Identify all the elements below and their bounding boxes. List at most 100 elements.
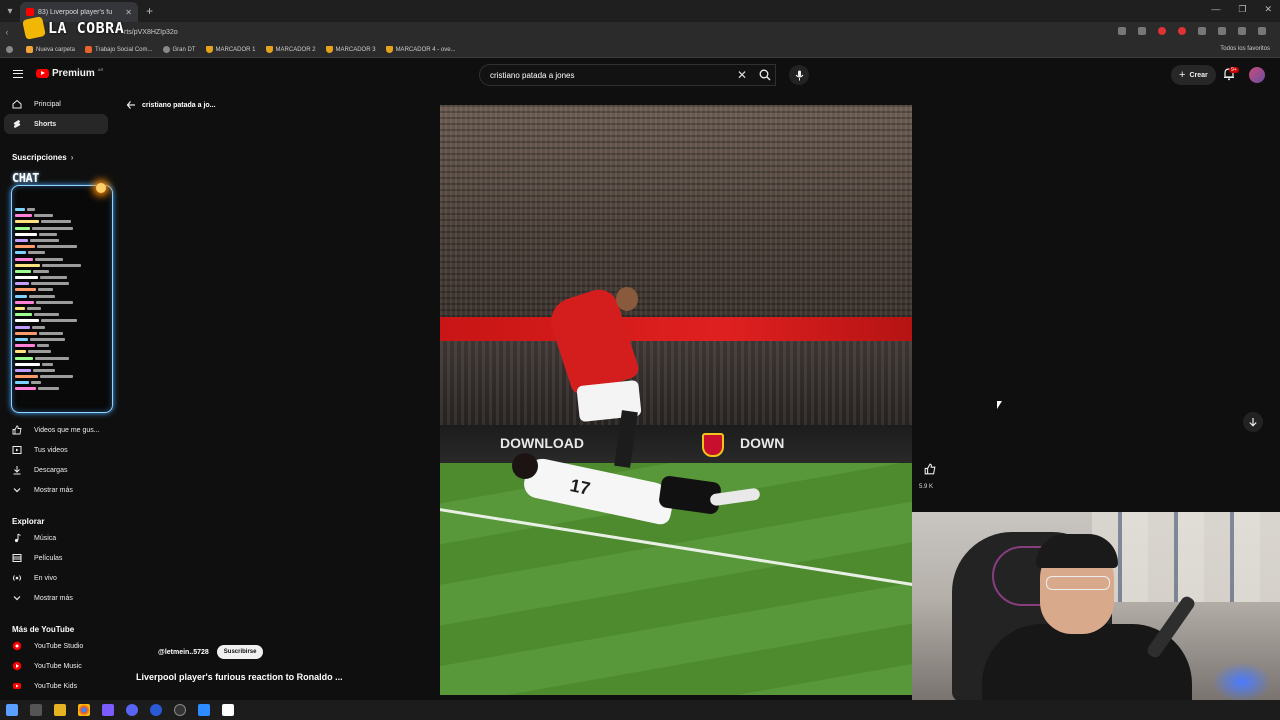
chat-message [15, 319, 111, 323]
new-tab-icon[interactable]: + [146, 4, 153, 18]
app-blue-icon[interactable] [150, 704, 162, 716]
star-icon[interactable] [1138, 27, 1146, 35]
chat-message [15, 257, 111, 262]
chat-message [15, 251, 111, 255]
sidebar-item-movies[interactable]: Películas [4, 548, 108, 568]
next-video-button[interactable] [1243, 412, 1263, 432]
music-icon [12, 533, 22, 543]
sidebar-item-your-videos[interactable]: Tus videos [4, 440, 108, 460]
youtube-logo[interactable]: Premium AR [36, 67, 103, 79]
channel-handle[interactable]: @letmein..5728 [158, 649, 209, 656]
film-icon [12, 553, 22, 563]
more-youtube-label: Más de YouTube [12, 625, 75, 634]
create-label: Crear [1189, 71, 1208, 79]
app-grid-icon[interactable] [102, 704, 114, 716]
more-youtube-heading: Más de YouTube [12, 625, 74, 634]
url-field[interactable]: rts/pVX8HZIp32o [124, 29, 178, 36]
sidebar-item-liked[interactable]: Videos que me gus... [4, 420, 108, 440]
bookmark-item[interactable]: Nueva carpeta [26, 46, 75, 53]
window-controls: — ❐ ✕ [1211, 4, 1272, 15]
sidebar-item-show-more[interactable]: Mostrar más [4, 480, 108, 500]
sidebar-item-principal[interactable]: Principal [4, 94, 108, 114]
discord-icon[interactable] [126, 704, 138, 716]
chat-overlay [11, 185, 113, 413]
chat-message [15, 344, 111, 348]
explore-heading: Explorar [12, 517, 44, 526]
plus-icon: + [1179, 69, 1186, 81]
hamburger-menu-icon[interactable] [13, 70, 23, 78]
tab-title: 83) Liverpool player's fu [38, 8, 113, 16]
minimize-icon[interactable]: — [1211, 4, 1220, 15]
webcam-shelf [1092, 512, 1280, 602]
video-icon [12, 445, 22, 455]
extensions-icon[interactable] [1198, 27, 1206, 35]
webcam-led-light [1212, 662, 1272, 700]
chat-message [15, 220, 111, 224]
extension-orange-icon[interactable] [1178, 27, 1186, 35]
avatar[interactable] [1249, 67, 1265, 83]
start-icon[interactable] [6, 704, 18, 716]
chat-message [15, 276, 111, 280]
sidebar-item-label: YouTube Kids [34, 682, 78, 690]
bookmark-item[interactable]: MARCADOR 1 [205, 46, 256, 53]
logo-text: LA COBRA [48, 19, 125, 37]
menu-icon[interactable] [1258, 27, 1266, 35]
close-tab-icon[interactable]: ✕ [125, 8, 132, 17]
chat-message [15, 381, 111, 385]
sidebar-item-music[interactable]: Música [4, 528, 108, 548]
subscriptions-heading[interactable]: Suscripciones › [12, 153, 73, 162]
extension-red-icon[interactable] [1158, 27, 1166, 35]
bookmark-item[interactable]: Gran DT [162, 46, 196, 53]
address-bar: ‹ rts/pVX8HZIp32o [0, 22, 1280, 42]
obs-icon[interactable] [174, 704, 186, 716]
install-icon[interactable] [1118, 27, 1126, 35]
channel-info: @letmein..5728 Suscribirse [158, 645, 264, 659]
apps-icon[interactable] [6, 46, 16, 53]
chat-message [15, 307, 111, 311]
jersey-number: 17 [568, 475, 592, 499]
app-light-blue-icon[interactable] [198, 704, 210, 716]
bookmark-favicon-icon [325, 46, 333, 53]
profile-icon[interactable] [1238, 27, 1246, 35]
voice-search-button[interactable] [789, 65, 809, 85]
shorts-icon [12, 119, 22, 129]
file-explorer-icon[interactable] [30, 704, 42, 716]
sidebar-item-show-more[interactable]: Mostrar más [4, 588, 108, 608]
chat-message [15, 356, 111, 361]
sidebar-item-live[interactable]: En vivo [4, 568, 108, 588]
close-window-icon[interactable]: ✕ [1264, 4, 1272, 15]
sidebar-item-youtube-kids[interactable]: YouTube Kids [4, 676, 108, 696]
search-input[interactable]: cristiano patada a jones ✕ [479, 64, 776, 86]
back-to-search-button[interactable]: cristiano patada a jo... [126, 100, 216, 110]
youtube-studio-icon [12, 641, 22, 651]
bookmark-item[interactable]: MARCADOR 2 [265, 46, 316, 53]
downloads-icon[interactable] [1218, 27, 1226, 35]
bookmark-item[interactable]: MARCADOR 4 - ove... [385, 46, 456, 53]
sidebar-item-youtube-studio[interactable]: YouTube Studio [4, 636, 108, 656]
create-button[interactable]: + Crear [1171, 65, 1216, 85]
subscribe-button[interactable]: Suscribirse [216, 645, 264, 659]
search-button[interactable] [750, 64, 780, 86]
shorts-video-player[interactable]: DOWNLOAD DOWN 17 [440, 105, 912, 695]
all-bookmarks[interactable]: Todos los favoritos [1220, 46, 1270, 52]
maximize-icon[interactable]: ❐ [1238, 4, 1246, 15]
clear-search-icon[interactable]: ✕ [737, 68, 747, 82]
sidebar-item-shorts[interactable]: Shorts [4, 114, 108, 134]
like-count: 5.9 K [919, 484, 934, 490]
app-white-icon[interactable] [222, 704, 234, 716]
tab-list-icon[interactable]: ▾ [0, 6, 20, 17]
sidebar-item-downloads[interactable]: Descargas [4, 460, 108, 480]
bookmark-favicon-icon [162, 46, 170, 53]
folder-icon[interactable] [54, 704, 66, 716]
sidebar-item-youtube-music[interactable]: YouTube Music [4, 656, 108, 676]
bookmark-item[interactable]: MARCADOR 3 [325, 46, 376, 53]
chrome-icon[interactable] [78, 704, 90, 716]
chat-message [15, 368, 111, 373]
arrow-left-icon [126, 101, 135, 109]
bookmark-favicon-icon [265, 46, 273, 53]
like-button[interactable] [921, 460, 939, 478]
bookmark-item[interactable]: Trabajo Social Com... [85, 46, 153, 53]
back-nav-icon[interactable]: ‹ [0, 27, 14, 37]
mouse-cursor-icon [997, 401, 1002, 409]
video-title[interactable]: Liverpool player's furious reaction to R… [136, 672, 343, 682]
